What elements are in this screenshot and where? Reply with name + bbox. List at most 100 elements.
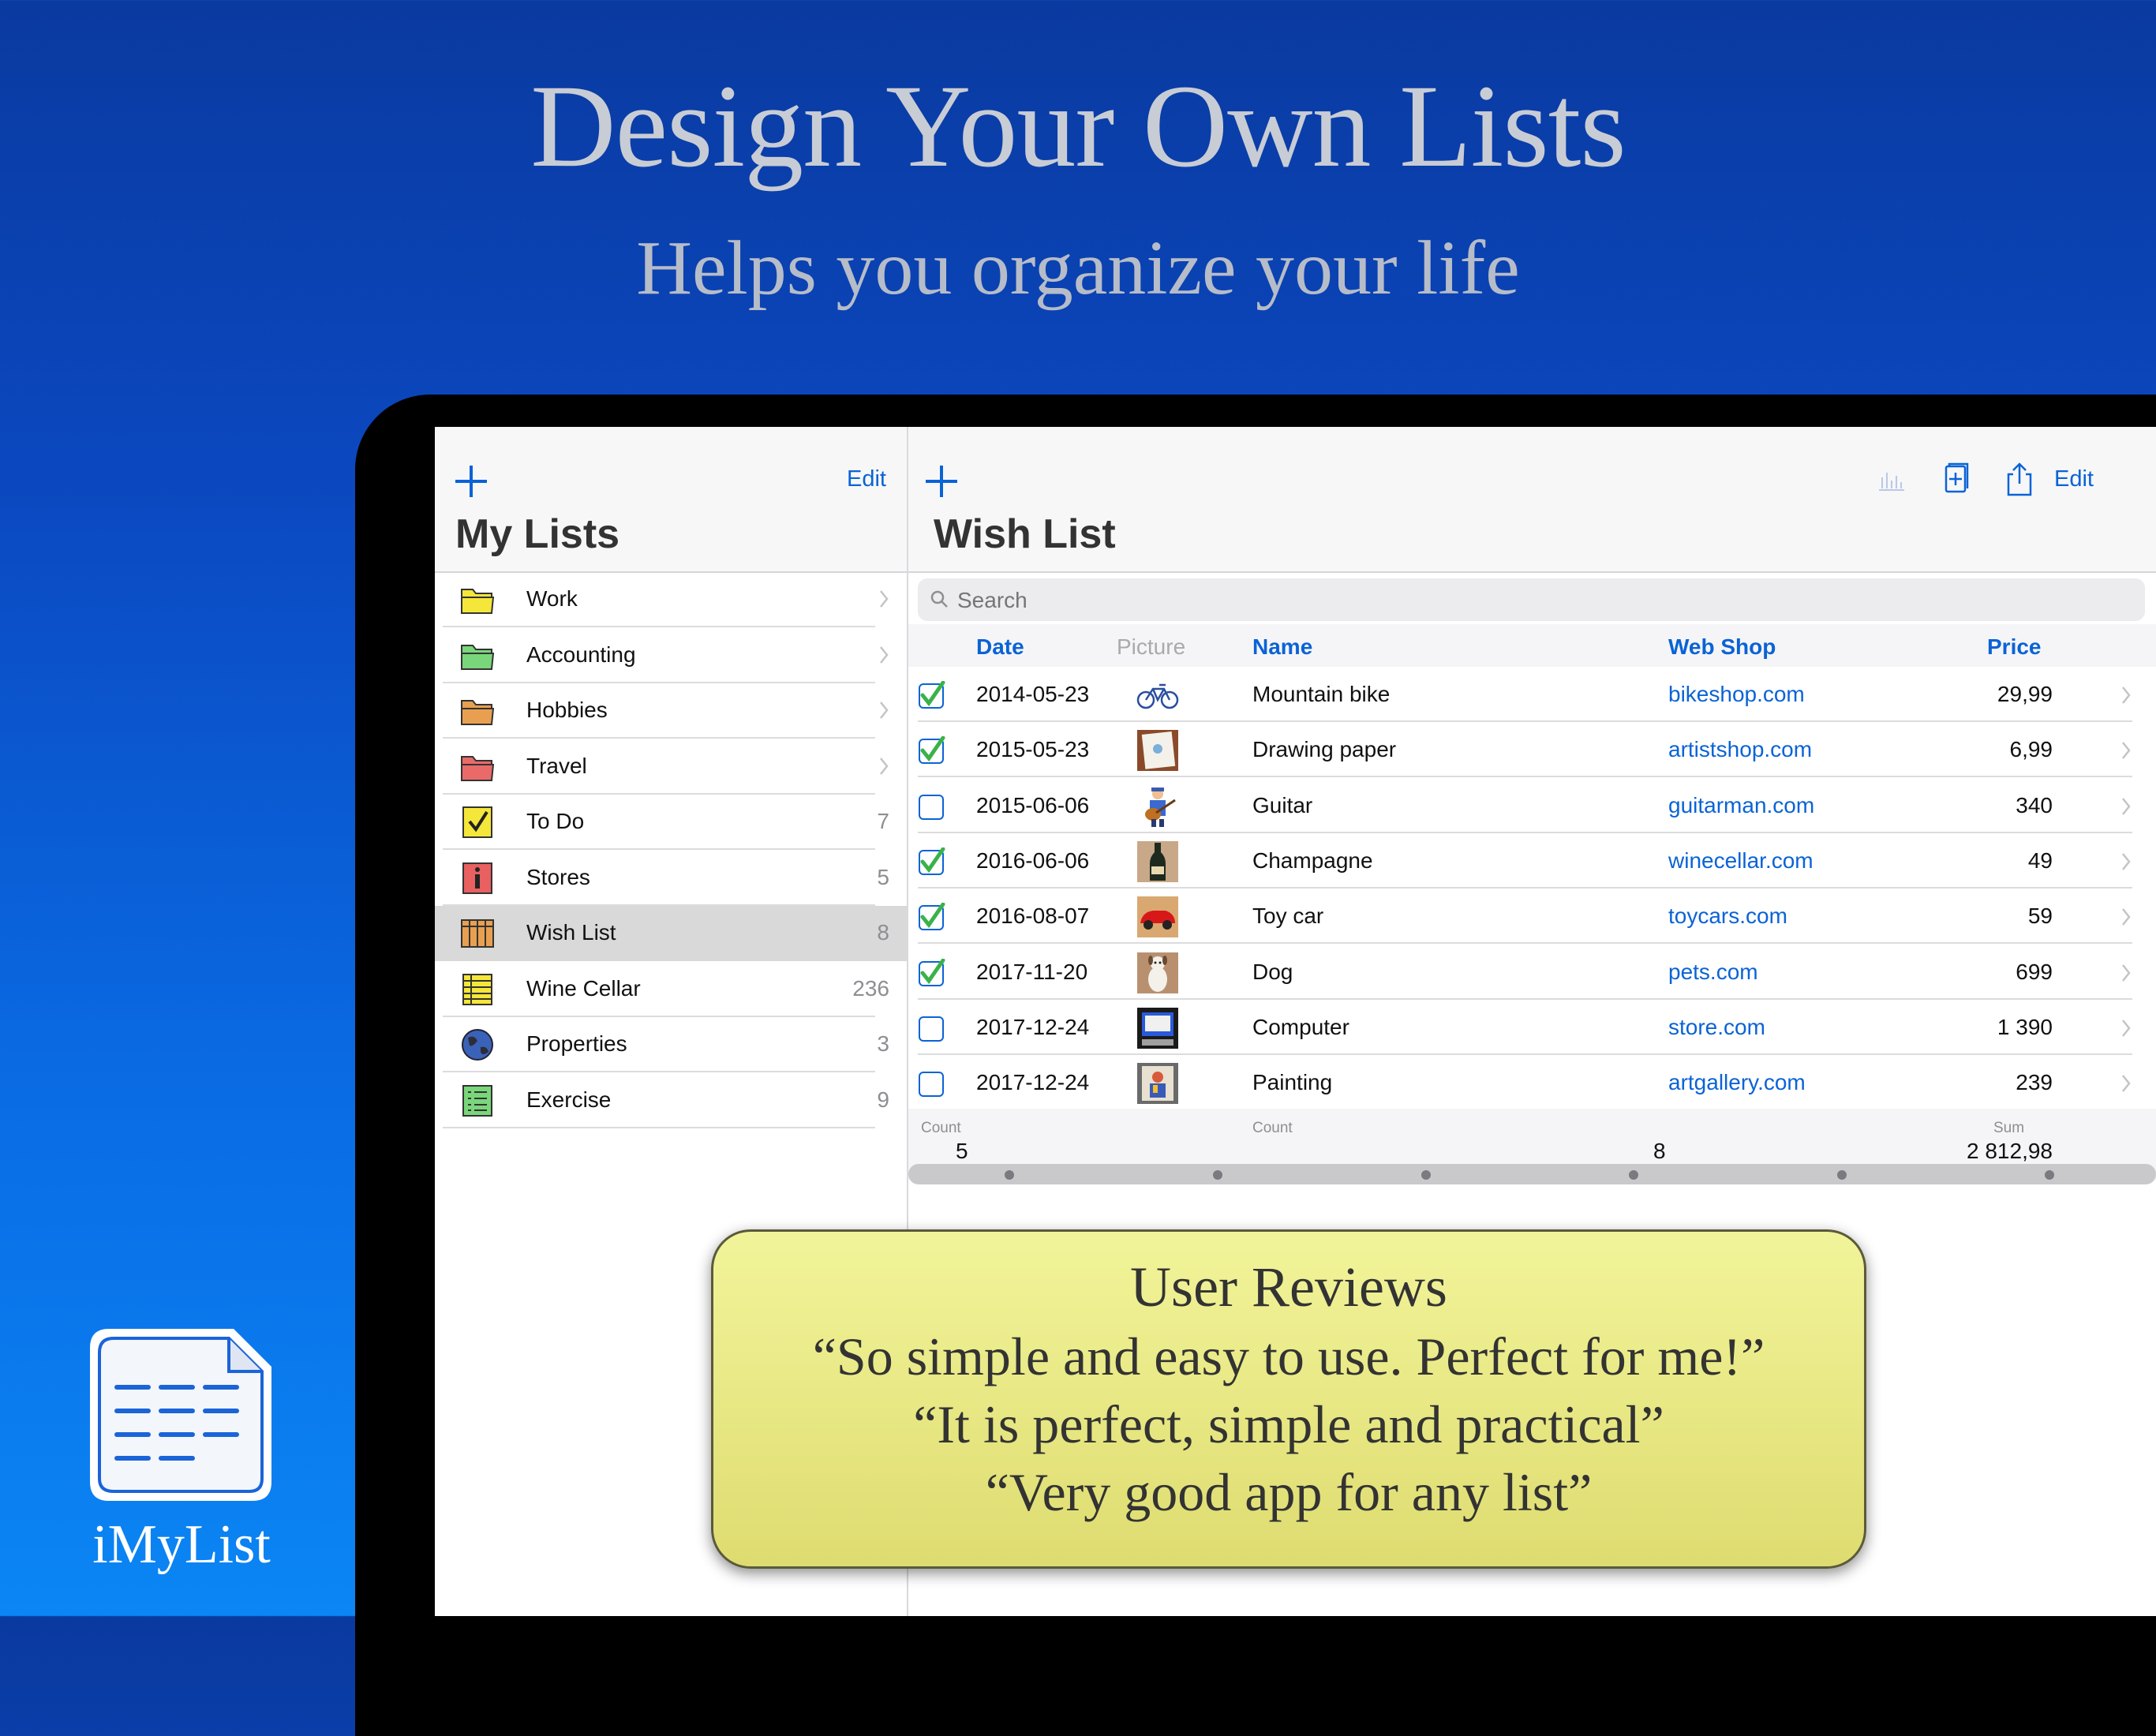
column-header-price[interactable]: Price	[1987, 634, 2042, 660]
date-cell: 2017-12-24	[976, 1070, 1090, 1095]
chevron-right-icon	[2120, 739, 2132, 761]
web-shop-link[interactable]: artgallery.com	[1668, 1070, 1806, 1095]
sum-value-price: 2 812,98	[1967, 1139, 2053, 1163]
share-icon[interactable]	[2002, 462, 2037, 496]
table-row[interactable]: 2015-06-06 Guitar guitarman.com 340	[908, 778, 2156, 833]
sum-label-price: Sum	[1993, 1120, 2025, 1136]
sidebar-item-label: Travel	[526, 753, 587, 778]
sidebar-item-label: Stores	[526, 864, 590, 889]
table-row[interactable]: 2014-05-23 Mountain bike bikeshop.com 29,99	[908, 667, 2156, 722]
chart-icon[interactable]	[1874, 462, 1909, 496]
drawing-paper-icon	[1136, 728, 1180, 773]
app-name: iMyList	[92, 1514, 271, 1575]
chevron-right-icon	[878, 699, 889, 721]
sidebar-item-wish-list[interactable]: Wish List 8	[435, 906, 907, 961]
checkbox-checked-icon[interactable]	[918, 902, 946, 931]
dog-icon	[1136, 951, 1180, 995]
headline: Design Your Own Lists	[530, 61, 1626, 192]
column-header-web-shop[interactable]: Web Shop	[1668, 634, 1776, 660]
price-cell: 1 390	[1997, 1014, 2053, 1039]
sidebar-item-exercise[interactable]: Exercise 9	[443, 1073, 907, 1128]
date-cell: 2014-05-23	[976, 682, 1090, 706]
chevron-right-icon	[2120, 851, 2132, 873]
count-value-name: 8	[1653, 1139, 1666, 1163]
name-cell: Guitar	[1252, 792, 1313, 817]
chevron-right-icon	[2120, 795, 2132, 817]
detail-edit-button[interactable]: Edit	[2054, 466, 2094, 492]
sidebar-item-hobbies[interactable]: Hobbies	[443, 683, 907, 739]
scroll-dot	[1213, 1170, 1222, 1180]
web-shop-link[interactable]: guitarman.com	[1668, 793, 1814, 818]
search-input[interactable]	[956, 578, 2127, 623]
horizontal-scrollbar[interactable]	[908, 1164, 2156, 1184]
sidebar-item-to-do[interactable]: To Do 7	[443, 795, 907, 850]
web-shop-link[interactable]: bikeshop.com	[1668, 682, 1805, 707]
web-shop-link[interactable]: toycars.com	[1668, 904, 1787, 929]
row-divider	[443, 1126, 875, 1128]
price-cell: 29,99	[1997, 682, 2053, 706]
sidebar-item-travel[interactable]: Travel	[443, 739, 907, 795]
sidebar-item-label: Work	[526, 586, 578, 611]
sidebar-item-count: 236	[852, 975, 889, 1001]
sidebar-item-properties[interactable]: Properties 3	[443, 1017, 907, 1072]
column-header-date[interactable]: Date	[976, 634, 1024, 660]
table-row[interactable]: 2016-08-07 Toy car toycars.com 59	[908, 889, 2156, 945]
chevron-right-icon	[2120, 962, 2132, 984]
add-item-button[interactable]	[923, 462, 960, 500]
column-header-name[interactable]: Name	[1252, 634, 1312, 660]
web-shop-link[interactable]: store.com	[1668, 1015, 1765, 1040]
search-bar[interactable]	[918, 578, 2145, 623]
column-header-picture[interactable]: Picture	[1117, 634, 1185, 660]
scroll-dot	[1837, 1170, 1847, 1180]
sidebar-edit-button[interactable]: Edit	[847, 466, 886, 492]
detail-nav-bar: Edit Wish List	[908, 427, 2156, 573]
table-row[interactable]: 2017-12-24 Computer store.com 1 390	[908, 1000, 2156, 1055]
guitar-player-icon	[1136, 784, 1180, 829]
folder-green-icon	[460, 639, 495, 672]
web-shop-link[interactable]: pets.com	[1668, 960, 1758, 985]
checkbox-unchecked-icon[interactable]	[918, 1069, 946, 1098]
review-quote: “It is perfect, simple and practical”	[913, 1394, 1664, 1454]
date-cell: 2017-12-24	[976, 1014, 1090, 1039]
table-row[interactable]: 2017-11-20 Dog pets.com 699	[908, 945, 2156, 1000]
sidebar-item-label: To Do	[526, 809, 585, 833]
user-reviews-card: User Reviews “So simple and easy to use.…	[711, 1229, 1866, 1569]
chevron-right-icon	[878, 644, 889, 666]
folder-yellow-icon	[460, 583, 495, 616]
sidebar-item-accounting[interactable]: Accounting	[443, 628, 907, 683]
price-cell: 6,99	[2009, 737, 2053, 762]
sidebar-item-count: 3	[877, 1031, 889, 1056]
sidebar-item-stores[interactable]: Stores 5	[443, 851, 907, 906]
date-cell: 2015-06-06	[976, 792, 1090, 817]
checkbox-unchecked-icon[interactable]	[918, 792, 946, 821]
folder-orange-icon	[460, 694, 495, 728]
table-row[interactable]: 2017-12-24 Painting artgallery.com 239	[908, 1055, 2156, 1110]
checkbox-checked-icon[interactable]	[918, 958, 946, 987]
column-header-row	[908, 624, 2156, 667]
checkbox-checked-icon[interactable]	[918, 847, 946, 876]
add-list-button[interactable]	[452, 462, 490, 500]
sidebar-item-label: Wine Cellar	[526, 975, 641, 1001]
sidebar-item-label: Exercise	[526, 1087, 612, 1112]
sidebar-nav-bar: Edit My Lists	[435, 427, 907, 573]
web-shop-link[interactable]: artistshop.com	[1668, 737, 1812, 762]
checkbox-checked-icon[interactable]	[918, 735, 946, 765]
checkbox-unchecked-icon[interactable]	[918, 1014, 946, 1042]
date-cell: 2017-11-20	[976, 959, 1088, 984]
name-cell: Champagne	[1252, 847, 1373, 873]
table-row[interactable]: 2016-06-06 Champagne winecellar.com 49	[908, 833, 2156, 889]
web-shop-link[interactable]: winecellar.com	[1668, 848, 1814, 874]
sidebar-item-wine-cellar[interactable]: Wine Cellar 236	[443, 962, 907, 1017]
sidebar-title: My Lists	[455, 511, 620, 557]
table-row[interactable]: 2015-05-23 Drawing paper artistshop.com 6,9…	[908, 722, 2156, 778]
spreadsheet-icon	[460, 973, 495, 1006]
price-cell: 59	[2027, 904, 2053, 929]
scroll-dot	[1629, 1170, 1638, 1180]
checkbox-checked-icon[interactable]	[918, 680, 946, 709]
chevron-right-icon	[2120, 1072, 2132, 1094]
sidebar-item-work[interactable]: Work	[443, 572, 907, 627]
price-cell: 699	[2016, 959, 2053, 984]
add-document-icon[interactable]	[1938, 462, 1973, 496]
count-label-date: Count	[921, 1120, 961, 1136]
sidebar-item-label: Hobbies	[526, 698, 608, 722]
